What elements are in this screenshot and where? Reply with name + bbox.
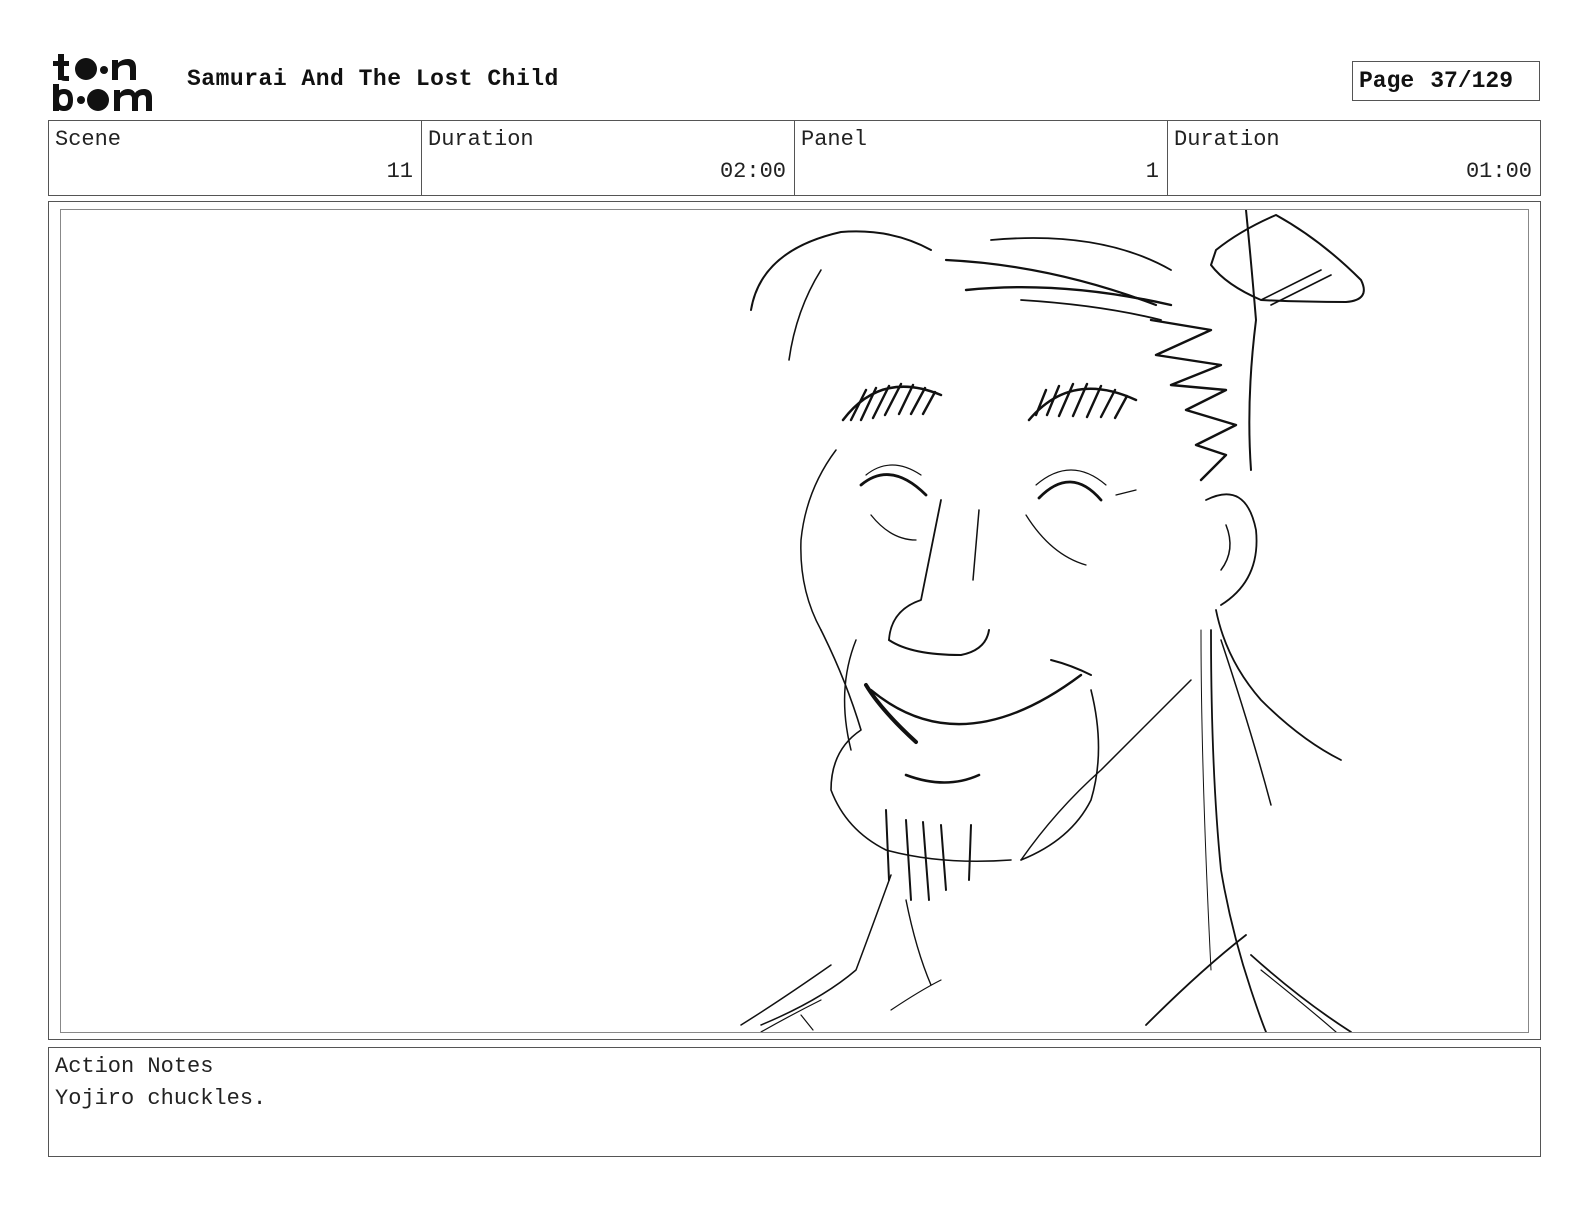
storyboard-panel xyxy=(60,209,1529,1033)
action-notes: Action Notes Yojiro chuckles. xyxy=(48,1047,1541,1157)
scene-label: Scene xyxy=(55,127,122,152)
panel-duration-cell: Duration 01:00 xyxy=(1168,121,1540,195)
panel-cell: Panel 1 xyxy=(795,121,1168,195)
scene-duration-value: 02:00 xyxy=(719,159,786,184)
page-indicator: Page 37/129 xyxy=(1352,61,1540,101)
action-notes-text: Yojiro chuckles. xyxy=(55,1086,267,1111)
scene-duration-label: Duration xyxy=(428,127,534,152)
page-number: 37/129 xyxy=(1430,68,1514,94)
action-notes-label: Action Notes xyxy=(55,1054,214,1079)
scene-cell: Scene 11 xyxy=(49,121,422,195)
project-title: Samurai And The Lost Child xyxy=(187,66,559,92)
toon-boom-logo xyxy=(52,50,164,112)
panel-duration-value: 01:00 xyxy=(1465,159,1532,184)
panel-value: 1 xyxy=(1145,159,1159,184)
page-label: Page xyxy=(1359,68,1415,94)
scene-value: 11 xyxy=(386,159,413,184)
panel-duration-label: Duration xyxy=(1174,127,1280,152)
sketch-drawing xyxy=(740,210,1365,1032)
scene-duration-cell: Duration 02:00 xyxy=(422,121,795,195)
panel-label: Panel xyxy=(801,127,868,152)
panel-info-row: Scene 11 Duration 02:00 Panel 1 Duration… xyxy=(48,120,1541,196)
